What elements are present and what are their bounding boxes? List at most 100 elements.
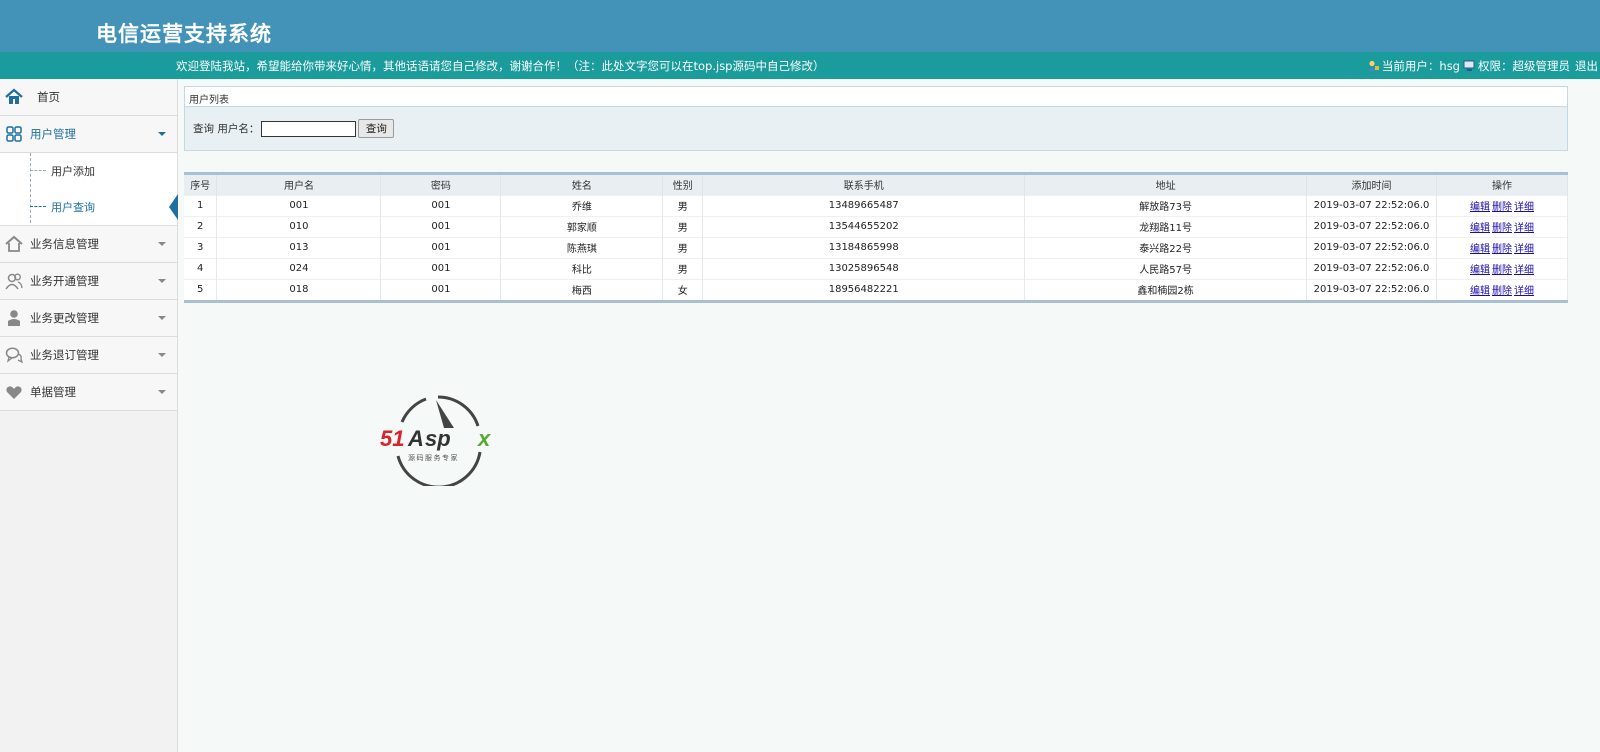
sidebar-item-home[interactable]: 首页	[0, 79, 177, 116]
active-pointer-icon	[169, 194, 178, 220]
user-info: 当前用户：hsg 权限：超级管理员 退出	[1367, 58, 1598, 74]
app-title: 电信运营支持系统	[96, 21, 272, 46]
cell-phone: 13025896548	[702, 257, 1026, 279]
tree-dash	[30, 206, 46, 207]
grid-icon	[6, 126, 22, 142]
detail-link[interactable]: 详细	[1514, 244, 1534, 255]
sidebar-item-business-cancel[interactable]: 业务退订管理	[0, 337, 177, 374]
sidebar-item-business-open[interactable]: 业务开通管理	[0, 263, 177, 300]
cell-phone: 13184865998	[702, 236, 1026, 258]
cell-time: 2019-03-07 22:52:06.0	[1306, 236, 1437, 258]
cell-time: 2019-03-07 22:52:06.0	[1306, 194, 1437, 216]
cell-password: 001	[380, 257, 502, 279]
table-header-row: 序号 用户名 密码 姓名 性别 联系手机 地址 添加时间 操作	[184, 175, 1568, 195]
cell-actions: 编辑 删除 详细	[1436, 278, 1568, 300]
cell-gender: 男	[662, 215, 704, 237]
column-header: 性别	[662, 175, 704, 195]
cell-password: 001	[380, 194, 502, 216]
cell-phone: 13544655202	[702, 215, 1026, 237]
delete-link[interactable]: 删除	[1492, 223, 1512, 234]
role-label: 权限：超级管理员	[1478, 59, 1570, 73]
chevron-down-icon	[158, 242, 166, 246]
sidebar-item-label: 业务开通管理	[30, 274, 99, 288]
app-header: 电信运营支持系统	[0, 0, 1600, 52]
brand-tagline: 源码服务专家	[408, 453, 459, 462]
sidebar-subitem-label: 用户添加	[51, 165, 95, 178]
cell-actions: 编辑 删除 详细	[1436, 236, 1568, 258]
sidebar-item-business-info[interactable]: 业务信息管理	[0, 226, 177, 263]
cell-address: 泰兴路22号	[1024, 236, 1308, 258]
edit-link[interactable]: 编辑	[1470, 223, 1490, 234]
cell-phone: 18956482221	[702, 278, 1026, 300]
detail-link[interactable]: 详细	[1514, 265, 1534, 276]
cell-password: 001	[380, 236, 502, 258]
tree-dash	[30, 170, 46, 171]
detail-link[interactable]: 详细	[1514, 202, 1534, 213]
chevron-down-icon	[158, 132, 166, 136]
cell-time: 2019-03-07 22:52:06.0	[1306, 278, 1437, 300]
cell-no: 5	[184, 278, 218, 300]
brand-watermark-logo: 51 A sp x 源码服务专家	[380, 395, 491, 486]
column-header: 操作	[1436, 175, 1568, 195]
sidebar-subitem-user-query[interactable]: 用户查询	[0, 189, 178, 225]
delete-link[interactable]: 删除	[1492, 244, 1512, 255]
search-label: 查询 用户名：	[193, 123, 260, 135]
edit-link[interactable]: 编辑	[1470, 202, 1490, 213]
detail-link[interactable]: 详细	[1514, 286, 1534, 297]
delete-link[interactable]: 删除	[1492, 202, 1512, 213]
sidebar-item-label: 单据管理	[30, 385, 76, 399]
chat-icon	[5, 347, 23, 364]
column-header: 用户名	[216, 175, 382, 195]
column-header: 联系手机	[702, 175, 1026, 195]
cell-address: 解放路73号	[1024, 194, 1308, 216]
logout-link[interactable]: 退出	[1575, 58, 1598, 74]
sidebar-subitem-label: 用户查询	[51, 201, 95, 214]
sidebar-item-label: 业务退订管理	[30, 348, 99, 362]
welcome-text: 欢迎登陆我站，希望能给你带来好心情，其他话语请您自己修改，谢谢合作！（注：此处文…	[176, 59, 825, 73]
cell-address: 龙翔路11号	[1024, 215, 1308, 237]
table-row: 2 010 001 郭家顺 男 13544655202 龙翔路11号 2019-…	[184, 215, 1568, 237]
cell-no: 2	[184, 215, 218, 237]
search-bar: 查询 用户名： 查询	[184, 106, 1568, 151]
edit-link[interactable]: 编辑	[1470, 265, 1490, 276]
cell-gender: 男	[662, 194, 704, 216]
sidebar-subitem-user-add[interactable]: 用户添加	[0, 153, 177, 189]
chevron-down-icon	[158, 279, 166, 283]
brand-text-spx: sp	[425, 426, 451, 451]
sidebar-item-user-management[interactable]: 用户管理	[0, 116, 177, 153]
cell-username: 024	[216, 257, 382, 279]
brand-text-a: A	[407, 426, 424, 451]
table-row: 1 001 001 乔维 男 13489665487 解放路73号 2019-0…	[184, 194, 1568, 216]
delete-link[interactable]: 删除	[1492, 286, 1512, 297]
cell-no: 4	[184, 257, 218, 279]
sidebar-item-bill-management[interactable]: 单据管理	[0, 374, 177, 411]
cell-username: 010	[216, 215, 382, 237]
edit-link[interactable]: 编辑	[1470, 286, 1490, 297]
cell-actions: 编辑 删除 详细	[1436, 215, 1568, 237]
column-header: 地址	[1024, 175, 1308, 195]
chevron-down-icon	[158, 316, 166, 320]
table-row: 4 024 001 科比 男 13025896548 人民路57号 2019-0…	[184, 257, 1568, 279]
top-info-bar: 欢迎登陆我站，希望能给你带来好心情，其他话语请您自己修改，谢谢合作！（注：此处文…	[0, 52, 1600, 79]
cell-actions: 编辑 删除 详细	[1436, 257, 1568, 279]
cell-password: 001	[380, 278, 502, 300]
cell-name: 陈燕琪	[500, 236, 664, 258]
cell-name: 科比	[500, 257, 664, 279]
delete-link[interactable]: 删除	[1492, 265, 1512, 276]
cell-phone: 13489665487	[702, 194, 1026, 216]
cell-gender: 女	[662, 278, 704, 300]
cell-address: 人民路57号	[1024, 257, 1308, 279]
table-row: 3 013 001 陈燕琪 男 13184865998 泰兴路22号 2019-…	[184, 236, 1568, 258]
cell-no: 3	[184, 236, 218, 258]
edit-link[interactable]: 编辑	[1470, 244, 1490, 255]
column-header: 序号	[184, 175, 218, 195]
username-search-input[interactable]	[261, 120, 357, 137]
home-outline-icon	[5, 235, 23, 252]
table-row: 5 018 001 梅西 女 18956482221 鑫和楠园2栋 2019-0…	[184, 278, 1568, 300]
person-icon	[8, 310, 20, 326]
cell-username: 018	[216, 278, 382, 300]
heart-icon	[6, 386, 22, 399]
sidebar-item-business-change[interactable]: 业务更改管理	[0, 300, 177, 337]
search-button[interactable]: 查询	[358, 119, 395, 138]
detail-link[interactable]: 详细	[1514, 223, 1534, 234]
